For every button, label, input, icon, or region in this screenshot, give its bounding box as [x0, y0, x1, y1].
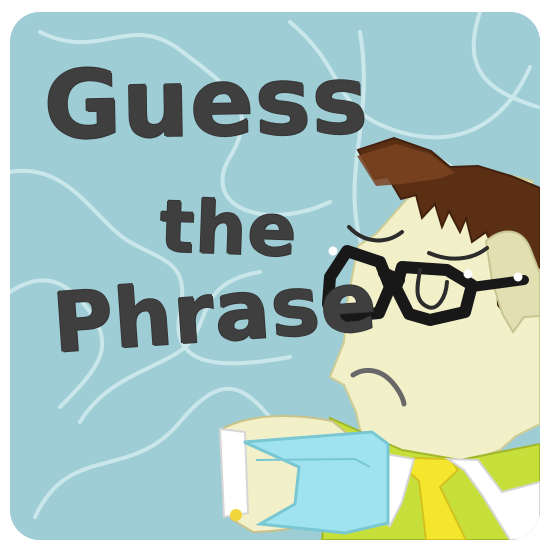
glasses-bolt-end: [513, 272, 523, 282]
glasses-bolt-left: [328, 246, 338, 256]
cufflink-icon: [230, 509, 242, 521]
title-word-guess: Guess: [43, 46, 370, 161]
title-word-the: the: [158, 184, 299, 273]
game-icon-tile[interactable]: Guess the Phrase: [10, 12, 540, 540]
app-icon-frame: Guess the Phrase: [0, 0, 550, 550]
glasses-bolt-right: [463, 269, 473, 279]
title-word-phrase: Phrase: [49, 254, 381, 372]
glasses-bridge: [378, 267, 405, 286]
